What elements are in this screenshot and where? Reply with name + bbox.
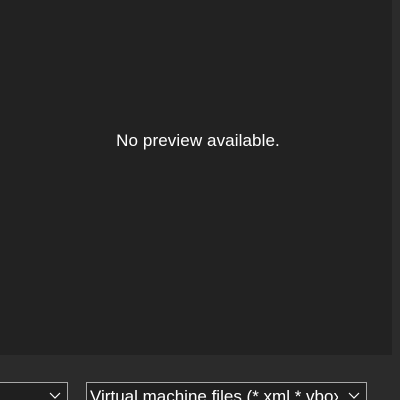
preview-pane-edge (392, 0, 400, 355)
chevron-down-icon (49, 392, 61, 399)
preview-pane (0, 0, 392, 355)
preview-message: No preview available. (116, 131, 280, 150)
file-name-dropdown[interactable] (0, 382, 68, 400)
chevron-down-icon (348, 392, 360, 399)
file-dialog-window: No preview available. Virtual machine fi… (0, 0, 400, 400)
file-type-dropdown[interactable]: Virtual machine files (*.xml,*.vbox) (86, 382, 367, 400)
file-type-value: Virtual machine files (*.xml,*.vbox) (90, 387, 338, 400)
